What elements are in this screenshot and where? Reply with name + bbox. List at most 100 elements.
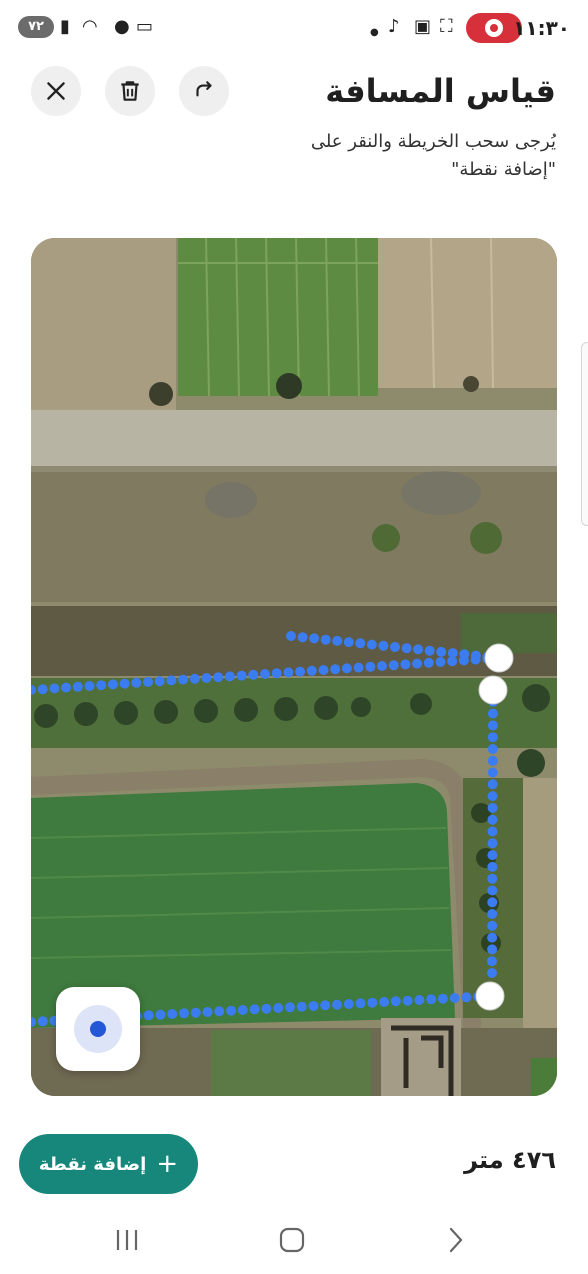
delete-button[interactable] [105, 66, 155, 116]
route-dot [413, 644, 424, 655]
screenshot-icon: ⛶ [440, 16, 453, 37]
route-dot [96, 680, 107, 691]
route-dot [487, 720, 498, 731]
route-dot [224, 671, 235, 682]
route-dot [426, 994, 437, 1005]
route-dot [283, 667, 294, 678]
route-dot [400, 659, 411, 670]
add-point-button[interactable]: + إضافة نقطة [19, 1134, 198, 1194]
signal-icon: ▮ [60, 16, 70, 37]
route-dot [154, 676, 165, 687]
route-dot [365, 661, 376, 672]
route-dot [248, 669, 259, 680]
route-dot [273, 1003, 284, 1013]
recents-button[interactable] [107, 1220, 147, 1260]
route-dot [131, 677, 142, 688]
route-dot [424, 645, 435, 656]
back-button[interactable] [436, 1220, 476, 1260]
home-button[interactable] [272, 1220, 312, 1260]
dot-icon: ● [370, 27, 379, 38]
route-dot [355, 998, 366, 1009]
route-dot [487, 814, 498, 825]
route-dot [286, 631, 296, 641]
route-dot [178, 674, 189, 685]
route-dot [487, 732, 498, 743]
route-dot [401, 643, 412, 654]
route-dot [297, 632, 308, 643]
route-dot [320, 634, 331, 645]
route-dot [119, 678, 130, 689]
measure-point[interactable] [484, 643, 514, 673]
route-dot [295, 666, 306, 677]
battery-icon: ٧٢ [18, 16, 54, 38]
route-dot [353, 662, 364, 673]
route-dot [226, 1005, 237, 1016]
route-dot [487, 944, 498, 955]
map-canvas[interactable] [31, 238, 557, 1096]
route-dot [309, 633, 320, 644]
home-icon [279, 1227, 305, 1253]
redo-icon [196, 81, 212, 97]
route-dot [414, 995, 425, 1005]
route-dot [390, 996, 401, 1007]
route-dot [190, 1007, 201, 1018]
route-dot [61, 682, 72, 693]
route-dot [84, 681, 95, 691]
route-dot [306, 665, 317, 676]
route-dot [487, 968, 497, 978]
route-dot [447, 656, 458, 667]
route-dot [470, 654, 481, 665]
trash-icon [121, 81, 139, 101]
route-dot [37, 1016, 48, 1027]
route-dot [201, 673, 212, 683]
location-icon: ● [114, 16, 130, 37]
satellite-map[interactable] [31, 238, 557, 1096]
route-dot [379, 997, 390, 1007]
route-dot [487, 956, 497, 967]
route-dot [296, 1001, 307, 1012]
my-location-button[interactable] [56, 987, 140, 1071]
route-dot [330, 664, 341, 675]
system-nav-bar [0, 1206, 588, 1274]
route-dot [143, 1010, 154, 1021]
route-dot [320, 1000, 331, 1011]
route-dot [341, 663, 352, 674]
route-dot [487, 897, 498, 908]
route-dot [487, 873, 498, 884]
route-dot [487, 909, 498, 919]
cast-icon: ▭ [136, 16, 154, 37]
clock: ١١:٣٠ [513, 16, 570, 40]
plus-icon: + [156, 1149, 179, 1179]
page-title: قياس المسافة [325, 72, 556, 110]
redo-button[interactable] [179, 66, 229, 116]
route-dot [487, 802, 498, 813]
route-dot [388, 660, 399, 671]
measure-point[interactable] [475, 981, 505, 1011]
route-dot [487, 838, 498, 849]
route-dot [214, 1006, 225, 1017]
route-dot [332, 999, 342, 1010]
route-dot [487, 850, 498, 861]
route-dot [284, 1002, 295, 1013]
route-dot [355, 638, 366, 649]
route-dot [487, 826, 498, 837]
route-dot [107, 679, 118, 690]
side-handle[interactable] [581, 342, 588, 526]
route-dot [378, 640, 389, 651]
route-dot [37, 684, 48, 695]
measure-point[interactable] [478, 675, 508, 705]
close-button[interactable] [31, 66, 81, 116]
route-dot [179, 1008, 189, 1019]
route-dot [260, 669, 270, 679]
route-dot [143, 677, 153, 687]
route-dot [72, 681, 83, 692]
route-dot [487, 885, 498, 896]
route-dot [166, 675, 177, 686]
route-dot [436, 646, 447, 657]
route-dot [332, 635, 343, 646]
route-dot [343, 637, 354, 648]
route-dot [461, 992, 472, 1003]
status-bar: ٧٢ ▮ ◠ ● ▭ ● ♪ ▣ ⛶ ١١:٣٠ [0, 0, 588, 56]
route-dot [487, 708, 498, 719]
add-point-label: إضافة نقطة [38, 1153, 147, 1175]
